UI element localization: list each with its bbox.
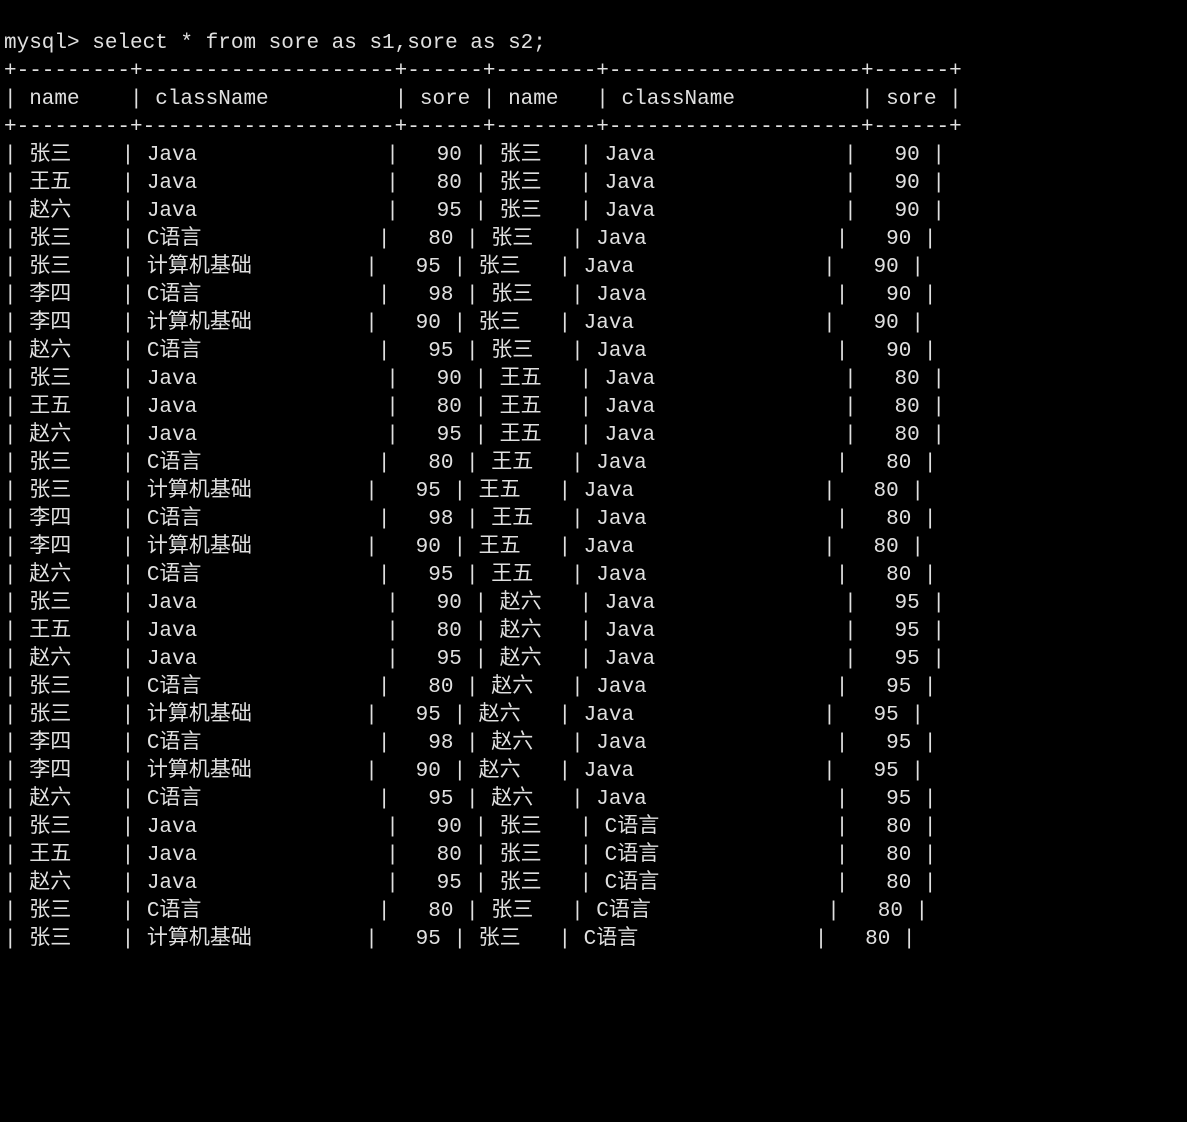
- table-header: | name | className | sore | name | class…: [4, 88, 962, 111]
- table-border-top: +---------+--------------------+------+-…: [4, 60, 962, 83]
- table-border-mid: +---------+--------------------+------+-…: [4, 116, 962, 139]
- terminal-window[interactable]: mysql> select * from sore as s1,sore as …: [0, 28, 1187, 954]
- table-body: | 张三 | Java | 90 | 张三 | Java | 90 | | 王五…: [4, 144, 945, 951]
- prompt-line: mysql> select * from sore as s1,sore as …: [4, 32, 546, 55]
